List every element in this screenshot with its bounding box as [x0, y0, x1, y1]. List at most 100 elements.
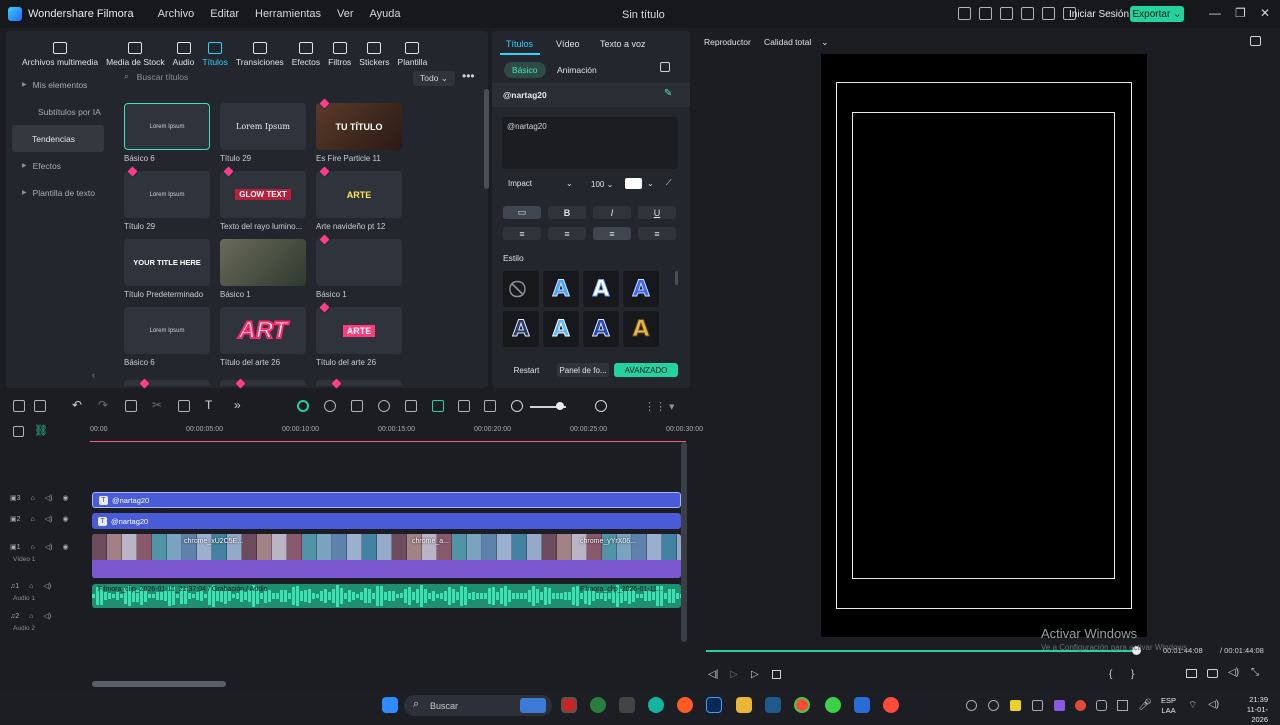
app-icon-4[interactable]: [648, 697, 664, 713]
stop-icon[interactable]: [772, 670, 781, 679]
redo-icon[interactable]: ↷: [98, 398, 108, 412]
align-left-button[interactable]: ≡: [503, 227, 541, 240]
taskbar-search[interactable]: ⌕ Buscar: [404, 695, 552, 716]
lock-icon[interactable]: ⌂: [31, 544, 35, 551]
mark-out-icon[interactable]: }: [1131, 669, 1134, 680]
subtab-basico[interactable]: Básico: [504, 62, 546, 78]
tray-icon-6[interactable]: [1075, 700, 1086, 711]
undo-icon[interactable]: ↶: [72, 398, 82, 412]
volume-icon[interactable]: ◁): [1228, 667, 1239, 678]
color-swatch[interactable]: [625, 178, 642, 189]
more-tools-icon[interactable]: »: [234, 398, 241, 412]
title-card[interactable]: ARTE Arte navideño pt 12: [316, 165, 402, 231]
collapse-sidebar-icon[interactable]: ‹: [92, 370, 95, 380]
camera-icon[interactable]: [1207, 669, 1218, 678]
sidebar-item-tendencias[interactable]: Tendencias: [12, 125, 104, 152]
text-box-button[interactable]: ▭: [503, 206, 541, 219]
speaker-icon[interactable]: ◁): [45, 543, 53, 551]
align-justify-button[interactable]: ≡: [638, 227, 676, 240]
style-preset-1[interactable]: A: [543, 271, 579, 307]
eye-icon[interactable]: ◉: [62, 494, 68, 502]
app-icon-8[interactable]: [765, 697, 781, 713]
clip-tool-icon[interactable]: [405, 400, 417, 412]
timeline-vscrollbar[interactable]: [681, 442, 687, 642]
sidebar-item-mis-elementos[interactable]: ▶ Mis elementos: [12, 71, 104, 98]
shield-icon[interactable]: [351, 400, 363, 412]
export-button[interactable]: Exportar ⌄: [1130, 6, 1184, 22]
track-header[interactable]: ▣3 ⌂ ◁) ◉: [10, 494, 69, 503]
audio-tool-icon[interactable]: [178, 400, 190, 412]
tab-titulos[interactable]: Títulos: [506, 39, 533, 49]
zoom-knob[interactable]: [556, 402, 564, 410]
zoom-in-icon[interactable]: [595, 400, 607, 412]
microphone-icon[interactable]: [378, 400, 390, 412]
eyedropper-icon[interactable]: ⟋: [666, 178, 672, 188]
lock-icon[interactable]: ⌂: [31, 495, 35, 502]
minimize-icon[interactable]: —: [1209, 6, 1221, 20]
title-clip-track-3[interactable]: T @nartag20: [92, 492, 681, 508]
eye-icon[interactable]: ◉: [62, 515, 68, 523]
close-icon[interactable]: ✕: [1260, 6, 1270, 20]
track-header[interactable]: ♫2 ⌂ ◁): [10, 612, 51, 621]
video-clip-track-1[interactable]: chrome_xU2C5E... chrome_a... chrome_yYrX06…: [92, 534, 681, 578]
filter-dropdown[interactable]: Todo ⌄: [413, 71, 455, 86]
advanced-button[interactable]: AVANZADO: [614, 363, 678, 377]
ai-tool-icon[interactable]: [432, 400, 444, 412]
sidebar-item-efectos[interactable]: ▶ Efectos: [12, 152, 104, 179]
xbox-icon[interactable]: [590, 697, 606, 713]
preview-canvas[interactable]: [821, 54, 1147, 637]
caption-icon[interactable]: [484, 400, 496, 412]
speaker-icon[interactable]: ◁): [45, 515, 53, 523]
tool-audio[interactable]: Audio: [169, 42, 199, 67]
style-preset-5[interactable]: A: [543, 311, 579, 347]
tray-icon-1[interactable]: [966, 700, 977, 711]
snap-icon[interactable]: [297, 400, 309, 412]
style-none-icon[interactable]: ⃠: [503, 271, 539, 307]
search-input[interactable]: Buscar títulos: [137, 72, 189, 82]
menu-herramientas[interactable]: Herramientas: [255, 8, 321, 20]
text-tool-icon[interactable]: T: [205, 398, 212, 412]
align-right-button[interactable]: ≡: [548, 227, 586, 240]
menu-ver[interactable]: Ver: [337, 8, 354, 20]
menu-ayuda[interactable]: Ayuda: [370, 8, 401, 20]
link-icon[interactable]: ⛓: [34, 424, 48, 437]
cut-icon[interactable]: ✂: [152, 398, 162, 412]
play-icon[interactable]: ▷: [751, 669, 759, 680]
next-frame-icon[interactable]: ▷: [730, 669, 738, 680]
reset-button[interactable]: Restart: [504, 363, 549, 377]
clock[interactable]: 21:39 11-01-2026: [1232, 695, 1268, 725]
grid-view-icon[interactable]: ⋮⋮ ▾: [644, 400, 675, 413]
title-card[interactable]: ART Título del arte 26: [220, 307, 306, 367]
speaker-icon[interactable]: ◁): [45, 494, 53, 502]
track-header[interactable]: ▣1 ⌂ ◁) ◉: [10, 543, 69, 552]
underline-button[interactable]: U: [638, 206, 676, 219]
title-clip-track-2[interactable]: T @nartag20: [92, 513, 681, 529]
title-card[interactable]: Lorem Ipsum Básico 6: [124, 103, 210, 163]
lock-icon[interactable]: ⌂: [29, 613, 33, 620]
pip-icon[interactable]: [458, 400, 470, 412]
edit-icon[interactable]: ✎: [664, 88, 672, 99]
tab-texto-a-voz[interactable]: Texto a voz: [600, 39, 646, 49]
tray-icon-7[interactable]: [1096, 700, 1107, 711]
style-preset-4[interactable]: A: [503, 311, 539, 347]
menu-editar[interactable]: Editar: [210, 8, 239, 20]
title-card[interactable]: YOUR TITLE HERE Título Predeterminado: [124, 239, 210, 299]
photoshop-icon[interactable]: [706, 697, 722, 713]
tray-icon-5[interactable]: [1054, 700, 1065, 711]
preset-panel-button[interactable]: Panel de fo...: [557, 363, 609, 377]
tray-icon-4[interactable]: [1032, 700, 1043, 711]
audio-clip-track-1[interactable]: Filmora_clip_2026-01-11_21:37:04 / Graba…: [92, 584, 681, 608]
timeline-ruler[interactable]: 00:00 00:00:05:00 00:00:10:00 00:00:15:00 00…: [90, 422, 703, 442]
style-preset-2[interactable]: A: [583, 271, 619, 307]
language-indicator[interactable]: ESP LAA: [1161, 696, 1176, 716]
chrome-2-icon[interactable]: [825, 697, 841, 713]
style-preset-3[interactable]: A: [623, 271, 659, 307]
delete-icon[interactable]: [125, 400, 137, 412]
settings-icon[interactable]: [324, 400, 336, 412]
tool-archivos[interactable]: Archivos multimedia: [18, 42, 102, 67]
mark-in-icon[interactable]: {: [1109, 669, 1112, 680]
quality-dropdown[interactable]: Calidad total ⌄: [764, 37, 828, 48]
chrome-3-icon[interactable]: [883, 697, 899, 713]
tool-efectos[interactable]: Efectos: [288, 42, 324, 67]
tool-filtros[interactable]: Filtros: [324, 42, 355, 67]
